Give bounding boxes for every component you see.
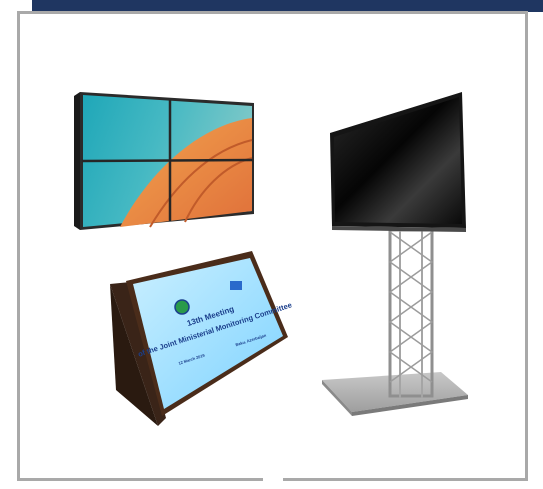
tv-on-truss-stand: [322, 92, 468, 416]
product-illustrations: 13th Meeting of the Joint Ministerial Mo…: [74, 92, 468, 426]
podium-display: 13th Meeting of the Joint Ministerial Mo…: [110, 251, 293, 426]
video-wall: [74, 92, 254, 230]
